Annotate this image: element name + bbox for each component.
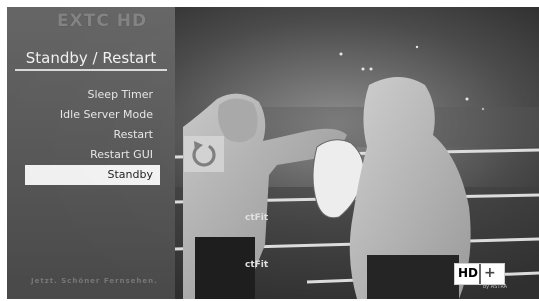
menu-item-restart-gui[interactable]: Restart GUI [25,145,160,165]
plus-label: + [484,265,496,281]
tv-screen: ctFit ctFit EXTC HD Standby / Restart Sl… [7,7,539,299]
menu-item-sleep-timer[interactable]: Sleep Timer [25,85,160,105]
hd-plus-badge: HD + [454,263,505,285]
badge-subtitle: by ASTRA [483,284,508,290]
restart-icon [192,141,216,167]
menu-item-idle-server-mode[interactable]: Idle Server Mode [25,105,160,125]
menu-item-standby[interactable]: Standby [25,165,160,185]
menu-item-restart[interactable]: Restart [25,125,160,145]
footer-slogan: Jetzt. Schöner Fernsehen. [31,277,158,285]
channel-logo: EXTC HD [57,11,148,31]
hd-label: HD [458,266,479,280]
menu-list: Sleep Timer Idle Server Mode Restart Res… [25,85,160,185]
svg-text:ctFit: ctFit [245,260,269,270]
restart-icon-box [184,136,224,172]
menu-panel: EXTC HD Standby / Restart Sleep Timer Id… [7,7,175,299]
title-divider [15,69,167,71]
badge-divider [479,264,481,284]
menu-title: Standby / Restart [25,49,157,67]
svg-text:ctFit: ctFit [245,213,269,223]
